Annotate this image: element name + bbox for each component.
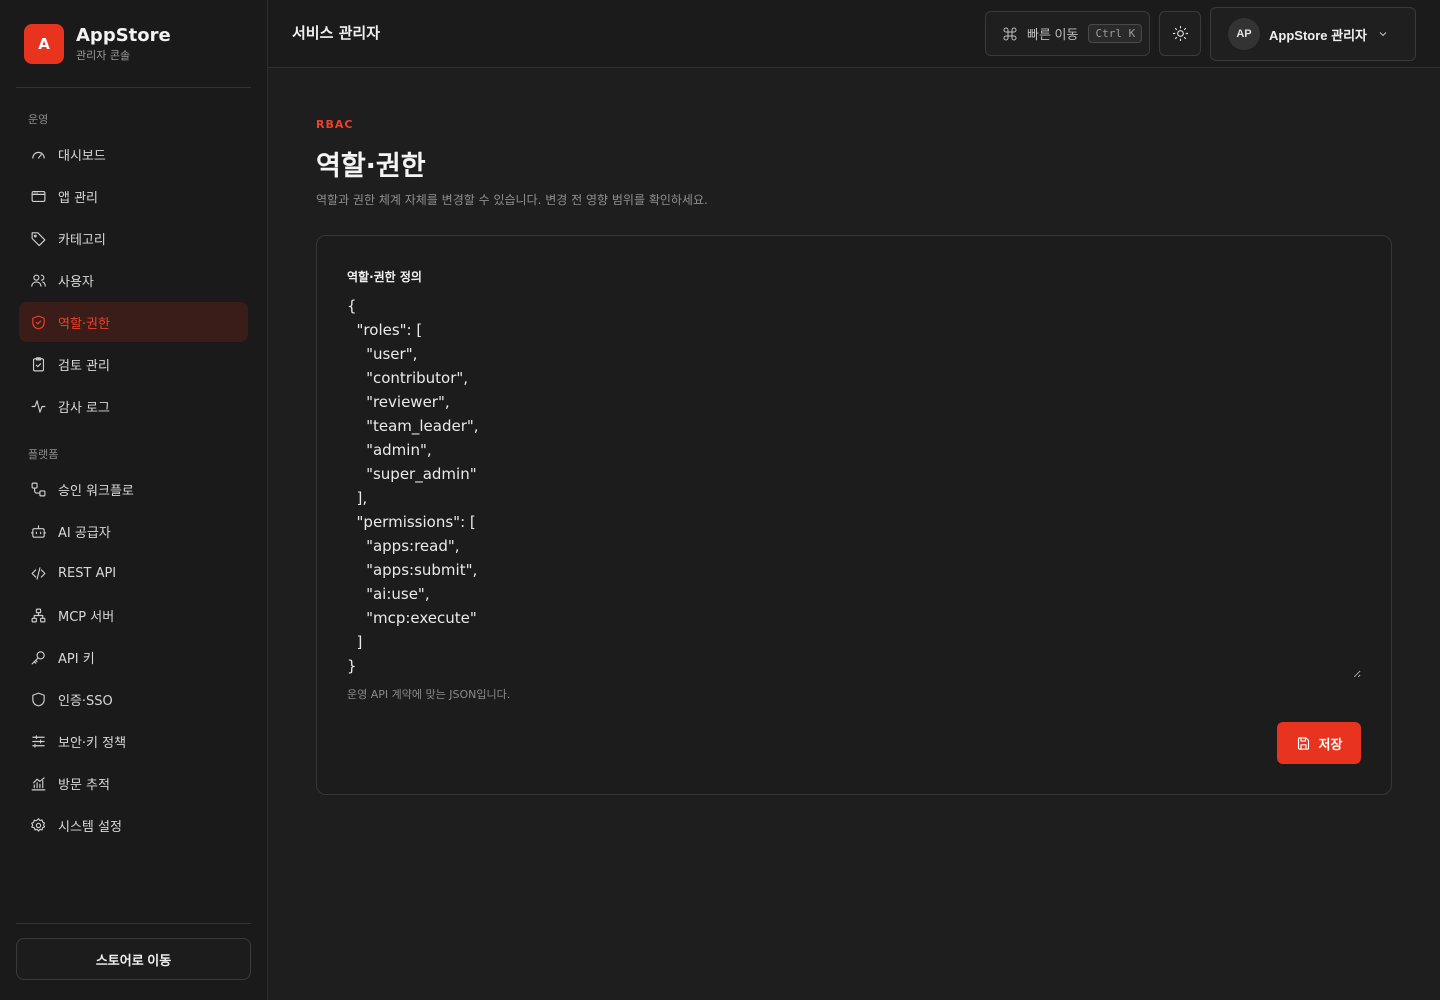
sidebar-item-ai-provider[interactable]: AI 공급자 bbox=[19, 511, 248, 551]
sidebar-item-label: MCP 서버 bbox=[58, 609, 115, 625]
sidebar-item-label: 역할·권한 bbox=[58, 316, 110, 332]
sidebar-item-label: API 키 bbox=[58, 651, 95, 667]
theme-toggle-button[interactable] bbox=[1159, 11, 1201, 56]
page-eyebrow: RBAC bbox=[316, 118, 354, 131]
sidebar-item-roles[interactable]: 역할·권한 bbox=[19, 302, 248, 342]
sidebar-item-apps[interactable]: 앱 관리 bbox=[19, 176, 248, 216]
rbac-editor-card: 역할·권한 정의 { "roles": [ "user", "contribut… bbox=[316, 235, 1392, 795]
app-window-icon bbox=[29, 187, 47, 205]
sidebar-item-users[interactable]: 사용자 bbox=[19, 260, 248, 300]
key-icon bbox=[29, 648, 47, 666]
sliders-icon bbox=[29, 732, 47, 750]
save-button-label: 저장 bbox=[1318, 736, 1343, 752]
sidebar-item-auth-sso[interactable]: 인증·SSO bbox=[19, 679, 248, 719]
nav-section-platform: 플랫폼 bbox=[28, 448, 59, 461]
clipboard-check-icon bbox=[29, 355, 47, 373]
sidebar-item-label: REST API bbox=[58, 565, 117, 581]
sidebar-divider bbox=[16, 923, 251, 924]
sidebar-item-label: AI 공급자 bbox=[58, 525, 111, 541]
editor-help-text: 운영 API 계약에 맞는 JSON입니다. bbox=[347, 688, 511, 701]
chart-icon bbox=[29, 774, 47, 792]
quick-nav-shortcut: Ctrl K bbox=[1088, 24, 1143, 43]
save-button[interactable]: 저장 bbox=[1277, 722, 1361, 764]
shield-check-icon bbox=[29, 313, 47, 331]
sidebar-item-label: 승인 워크플로 bbox=[58, 483, 134, 499]
gear-icon bbox=[29, 816, 47, 834]
sidebar-item-label: 감사 로그 bbox=[58, 400, 110, 416]
sidebar-item-api-keys[interactable]: API 키 bbox=[19, 637, 248, 677]
quick-nav-button[interactable]: 빠른 이동 Ctrl K bbox=[985, 11, 1150, 56]
sidebar-item-workflow[interactable]: 승인 워크플로 bbox=[19, 469, 248, 509]
sidebar-item-reviews[interactable]: 검토 관리 bbox=[19, 344, 248, 384]
sidebar-item-security-policy[interactable]: 보안·키 정책 bbox=[19, 721, 248, 761]
sidebar-item-label: 카테고리 bbox=[58, 232, 106, 248]
brand-name: AppStore bbox=[76, 24, 171, 46]
users-icon bbox=[29, 271, 47, 289]
sidebar-item-categories[interactable]: 카테고리 bbox=[19, 218, 248, 258]
sidebar-item-label: 검토 관리 bbox=[58, 358, 110, 374]
sidebar-item-dashboard[interactable]: 대시보드 bbox=[19, 134, 248, 174]
activity-icon bbox=[29, 397, 47, 415]
code-icon bbox=[29, 564, 47, 582]
sidebar-item-audit-log[interactable]: 감사 로그 bbox=[19, 386, 248, 426]
editor-label: 역할·권한 정의 bbox=[347, 270, 422, 284]
sidebar-item-label: 인증·SSO bbox=[58, 693, 113, 709]
brand-logo: A bbox=[24, 23, 64, 64]
sun-icon bbox=[1172, 25, 1188, 42]
avatar: AP bbox=[1228, 18, 1260, 50]
command-icon bbox=[1003, 27, 1017, 40]
nav-section-operations: 운영 bbox=[28, 113, 49, 126]
shield-icon bbox=[29, 690, 47, 708]
go-to-store-button[interactable]: 스토어로 이동 bbox=[16, 938, 251, 980]
quick-nav-label: 빠른 이동 bbox=[1027, 27, 1079, 42]
brand-text: AppStore 관리자 콘솔 bbox=[76, 25, 171, 63]
bot-icon bbox=[29, 522, 47, 540]
main-content: 서비스 관리자 빠른 이동 Ctrl K AP AppStore 관리자 RBA… bbox=[268, 0, 1440, 1000]
sidebar-item-label: 앱 관리 bbox=[58, 190, 99, 206]
page-description: 역할과 권한 체계 자체를 변경할 수 있습니다. 변경 전 영향 범위를 확인… bbox=[316, 193, 708, 207]
save-icon bbox=[1297, 736, 1309, 750]
brand-subtitle: 관리자 콘솔 bbox=[76, 48, 131, 62]
sidebar-item-rest-api[interactable]: REST API bbox=[19, 553, 248, 593]
tag-icon bbox=[29, 229, 47, 247]
topbar-title: 서비스 관리자 bbox=[292, 24, 381, 42]
chevron-down-icon bbox=[1379, 32, 1387, 37]
sidebar-item-label: 사용자 bbox=[58, 274, 94, 290]
sidebar-item-label: 방문 추적 bbox=[58, 777, 110, 793]
page-title: 역할·권한 bbox=[316, 151, 426, 182]
sidebar-item-label: 보안·키 정책 bbox=[58, 735, 127, 751]
topbar: 서비스 관리자 빠른 이동 Ctrl K AP AppStore 관리자 bbox=[268, 0, 1440, 68]
user-menu-button[interactable]: AP AppStore 관리자 bbox=[1210, 7, 1416, 61]
sidebar: A AppStore 관리자 콘솔 운영 대시보드 앱 관리 카테고리 사용자 … bbox=[0, 0, 268, 1000]
sidebar-item-system-settings[interactable]: 시스템 설정 bbox=[19, 805, 248, 845]
user-name: AppStore 관리자 bbox=[1269, 27, 1367, 43]
sidebar-item-label: 시스템 설정 bbox=[58, 819, 122, 835]
sidebar-item-label: 대시보드 bbox=[58, 148, 106, 164]
dashboard-icon bbox=[29, 145, 47, 163]
sidebar-item-mcp-server[interactable]: MCP 서버 bbox=[19, 595, 248, 635]
app-root: A AppStore 관리자 콘솔 운영 대시보드 앱 관리 카테고리 사용자 … bbox=[0, 0, 1440, 1000]
workflow-icon bbox=[29, 480, 47, 498]
sidebar-item-visit-tracking[interactable]: 방문 추적 bbox=[19, 763, 248, 803]
network-icon bbox=[29, 606, 47, 624]
brand[interactable]: A AppStore 관리자 콘솔 bbox=[16, 0, 251, 88]
rbac-json-textarea[interactable]: { "roles": [ "user", "contributor", "rev… bbox=[347, 294, 1361, 678]
